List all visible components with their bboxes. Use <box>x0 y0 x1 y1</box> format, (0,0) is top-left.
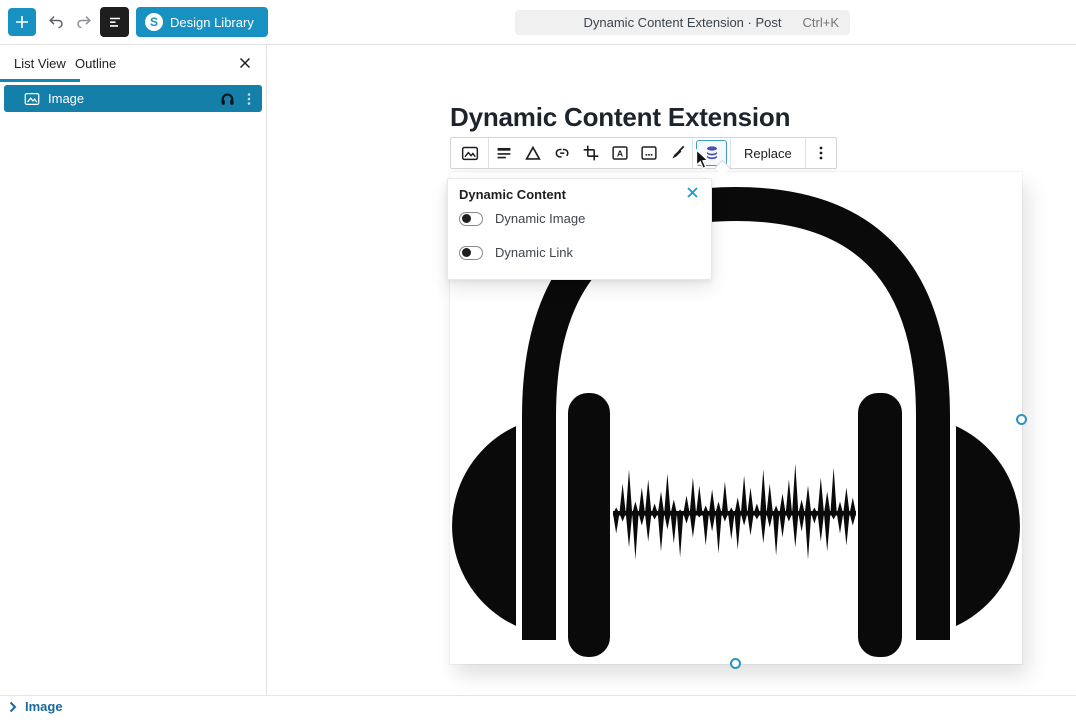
top-toolbar: S Design Library Dynamic Content Extensi… <box>0 0 1076 45</box>
dynamic-image-label: Dynamic Image <box>495 211 585 226</box>
svg-text:A: A <box>616 148 623 158</box>
undo-button[interactable] <box>42 8 70 36</box>
close-icon <box>686 186 699 199</box>
duotone-filter-button[interactable] <box>518 138 547 168</box>
replace-label: Replace <box>744 146 792 161</box>
tab-outline[interactable]: Outline <box>64 45 127 82</box>
command-center-bar[interactable]: Dynamic Content Extension · Post Ctrl+K <box>515 10 850 35</box>
crop-icon <box>580 142 602 164</box>
block-options-button[interactable] <box>806 138 836 168</box>
tab-outline-label: Outline <box>75 56 116 71</box>
add-block-button[interactable] <box>8 8 36 36</box>
caption-button[interactable] <box>634 138 663 168</box>
image-block-icon <box>23 90 41 108</box>
list-view-item-image[interactable]: Image <box>4 85 262 112</box>
item-options-icon[interactable] <box>242 91 256 107</box>
crop-button[interactable] <box>576 138 605 168</box>
post-title-heading[interactable]: Dynamic Content Extension <box>450 102 870 133</box>
undo-icon <box>46 12 66 32</box>
caption-icon <box>638 142 660 164</box>
breadcrumb[interactable]: Image <box>8 699 63 714</box>
dynamic-image-toggle[interactable] <box>459 212 483 226</box>
copy-style-icon <box>667 142 689 164</box>
design-library-label: Design Library <box>170 15 254 30</box>
close-icon <box>238 56 252 70</box>
dynamic-content-popover: Dynamic Content Dynamic Image Dynamic Li… <box>447 178 712 280</box>
text-overlay-icon: A <box>609 142 631 164</box>
duotone-filter-icon <box>522 142 544 164</box>
redo-icon <box>74 12 94 32</box>
list-view-panel: List View Outline Image <box>0 45 267 695</box>
dynamic-link-label: Dynamic Link <box>495 245 573 260</box>
document-title: Dynamic Content Extension · Post <box>584 15 782 30</box>
replace-button[interactable]: Replace <box>731 138 805 168</box>
chevron-right-icon <box>8 701 17 713</box>
tab-list-view-label: List View <box>14 56 66 71</box>
design-library-button[interactable]: S Design Library <box>136 7 268 37</box>
mouse-cursor <box>695 149 711 171</box>
plus-icon <box>13 13 31 31</box>
resize-handle-right[interactable] <box>1016 414 1027 425</box>
list-view-item-label: Image <box>48 91 84 106</box>
redo-button[interactable] <box>70 8 98 36</box>
dynamic-link-toggle[interactable] <box>459 246 483 260</box>
block-type-image-button[interactable] <box>451 138 488 168</box>
copy-style-button[interactable] <box>663 138 692 168</box>
headphones-thumbnail-icon <box>219 91 236 107</box>
breadcrumb-bar: Image <box>0 695 1076 720</box>
stackable-logo-icon: S <box>145 13 163 31</box>
popover-title: Dynamic Content <box>459 187 566 202</box>
alignment-icon <box>493 142 515 164</box>
alignment-button[interactable] <box>489 138 518 168</box>
image-icon <box>459 142 481 164</box>
text-overlay-button[interactable]: A <box>605 138 634 168</box>
options-icon <box>814 144 828 162</box>
list-view-icon <box>105 12 125 32</box>
resize-handle-bottom[interactable] <box>730 658 741 669</box>
document-overview-button[interactable] <box>100 7 129 37</box>
image-block-toolbar: A Replace <box>450 137 837 169</box>
breadcrumb-block-label: Image <box>25 699 63 714</box>
list-view-tabs: List View Outline <box>0 45 266 82</box>
popover-close-button[interactable] <box>686 186 699 199</box>
command-shortcut: Ctrl+K <box>803 15 839 30</box>
link-button[interactable] <box>547 138 576 168</box>
close-list-view-button[interactable] <box>238 56 252 70</box>
link-icon <box>551 142 573 164</box>
